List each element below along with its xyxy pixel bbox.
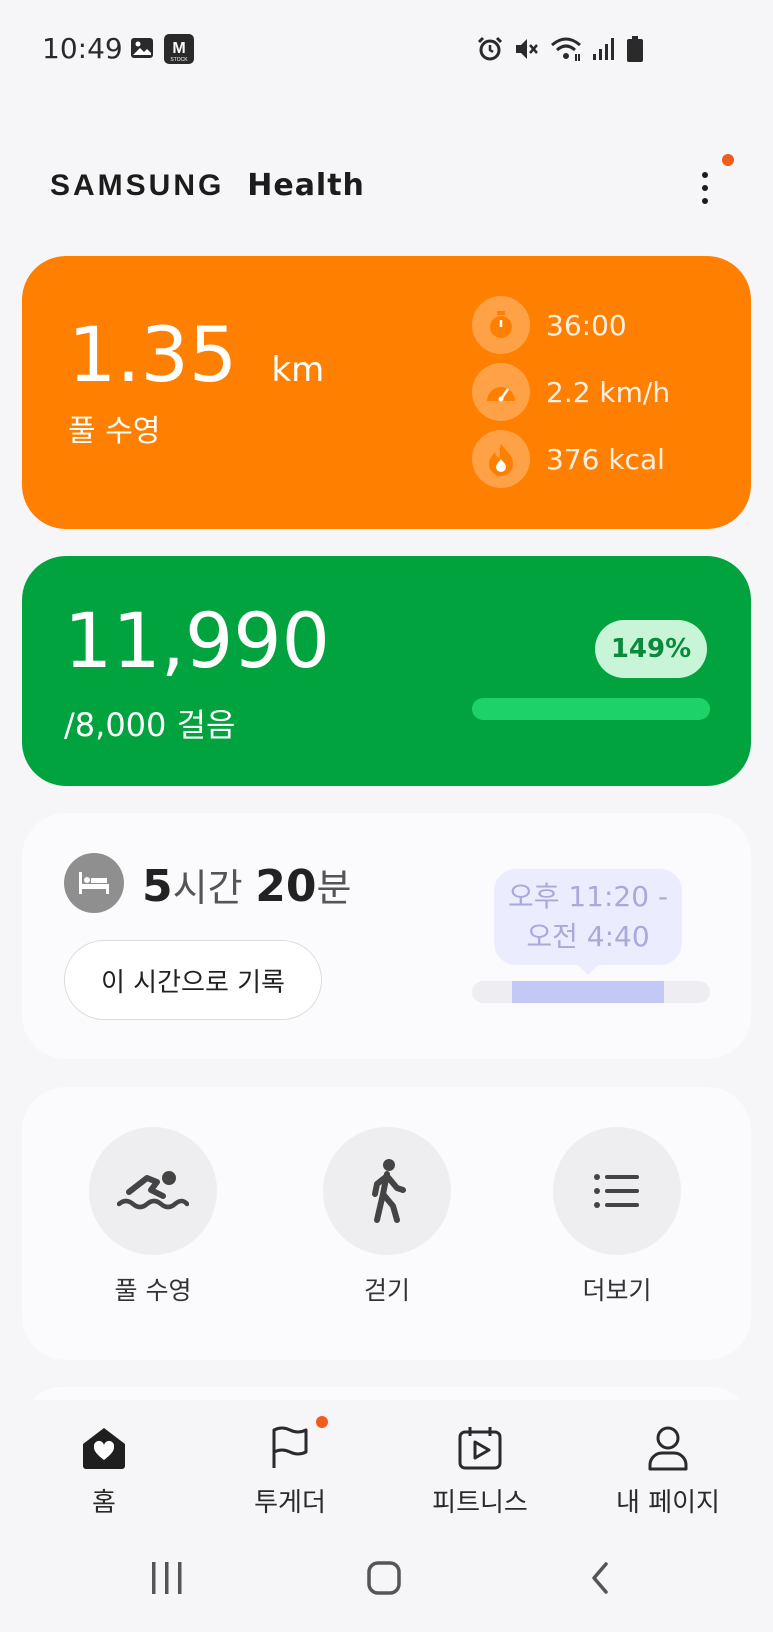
alarm-icon xyxy=(477,36,503,66)
mstock-app-icon: M STOCK xyxy=(164,34,194,68)
swimming-icon xyxy=(89,1127,217,1255)
sleep-minutes: 20 xyxy=(255,861,317,912)
steps-percent-badge: 149% xyxy=(595,620,707,678)
tab-together[interactable]: 투게더 xyxy=(210,1416,370,1519)
workout-activity: 풀 수영 xyxy=(68,414,161,449)
workout-calories: 376 kcal xyxy=(546,442,665,476)
walking-icon xyxy=(323,1127,451,1255)
svg-text:STOCK: STOCK xyxy=(170,57,188,63)
sleep-range-start: 오후 11:20 - xyxy=(507,880,669,913)
back-button[interactable] xyxy=(588,1560,612,1600)
svg-text:M: M xyxy=(172,40,185,57)
shortcut-more[interactable]: 더보기 xyxy=(552,1127,682,1307)
calendar-play-icon xyxy=(400,1424,560,1472)
sleep-hours: 5 xyxy=(142,861,173,912)
more-dot xyxy=(702,185,708,191)
recents-button[interactable] xyxy=(150,1560,184,1600)
tab-my-page-label: 내 페이지 xyxy=(616,1488,720,1518)
together-badge xyxy=(316,1416,328,1428)
workout-speed: 2.2 km/h xyxy=(546,375,671,409)
workout-distance-unit: km xyxy=(271,350,325,390)
battery-icon xyxy=(627,36,643,66)
gallery-icon xyxy=(130,36,154,64)
wifi-icon xyxy=(550,36,582,66)
tab-my-page[interactable]: 내 페이지 xyxy=(588,1424,748,1519)
flag-icon xyxy=(210,1416,370,1472)
workout-time: 36:00 xyxy=(546,308,627,342)
more-dot xyxy=(702,172,708,178)
sleep-duration: 5시간 20분 xyxy=(142,857,351,912)
tab-home[interactable]: 홈 xyxy=(24,1424,184,1519)
list-icon xyxy=(553,1127,681,1255)
tab-fitness[interactable]: 피트니스 xyxy=(400,1424,560,1519)
sleep-time-range: 오후 11:20 - 오전 4:40 xyxy=(494,869,682,975)
stopwatch-icon xyxy=(472,296,530,354)
shortcut-pool-swim[interactable]: 풀 수영 xyxy=(88,1127,218,1307)
record-sleep-button[interactable]: 이 시간으로 기록 xyxy=(64,940,322,1020)
tab-fitness-label: 피트니스 xyxy=(432,1488,528,1518)
workout-speed-row: 2.2 km/h xyxy=(472,363,670,421)
sleep-minutes-unit: 분 xyxy=(316,866,352,910)
app-logo: SAMSUNG Health xyxy=(50,168,365,203)
more-options-button[interactable] xyxy=(690,160,720,216)
person-icon xyxy=(588,1424,748,1472)
steps-count: 11,990 xyxy=(64,596,330,685)
bottom-navigation: 홈 투게더 피트니스 내 페이지 xyxy=(0,1400,773,1518)
shortcut-label: 풀 수영 xyxy=(114,1276,192,1305)
steps-card[interactable]: 11,990 /8,000 걸음 149% xyxy=(22,556,751,786)
tab-home-label: 홈 xyxy=(92,1488,116,1518)
more-dot xyxy=(702,198,708,204)
sleep-card[interactable]: 5시간 20분 이 시간으로 기록 오후 11:20 - 오전 4:40 xyxy=(22,813,751,1059)
steps-goal: /8,000 걸음 xyxy=(64,706,236,744)
shortcut-label: 걷기 xyxy=(363,1276,410,1305)
shortcut-label: 더보기 xyxy=(582,1276,652,1305)
sleep-range-end: 오전 4:40 xyxy=(526,920,650,953)
workout-distance: 1.35 xyxy=(68,310,238,399)
signal-icon xyxy=(592,36,616,66)
bed-icon xyxy=(64,853,124,913)
notification-badge xyxy=(722,154,734,166)
status-time: 10:49 xyxy=(42,32,123,65)
workout-time-row: 36:00 xyxy=(472,296,627,354)
tab-together-label: 투게더 xyxy=(254,1488,326,1518)
exercise-shortcuts-card: 풀 수영 걷기 더보기 xyxy=(22,1087,751,1360)
workout-card[interactable]: 1.35 km 풀 수영 36:00 2.2 km/h 376 kcal xyxy=(22,256,751,529)
shortcut-walking[interactable]: 걷기 xyxy=(322,1127,452,1307)
sleep-hours-unit: 시간 xyxy=(172,866,243,910)
steps-progress-bar xyxy=(472,698,710,720)
speedometer-icon xyxy=(472,363,530,421)
flame-icon xyxy=(472,430,530,488)
sleep-timeline-bar xyxy=(512,981,664,1003)
home-heart-icon xyxy=(24,1424,184,1472)
mute-icon xyxy=(513,36,539,66)
home-system-button[interactable] xyxy=(366,1560,402,1600)
workout-calories-row: 376 kcal xyxy=(472,430,665,488)
